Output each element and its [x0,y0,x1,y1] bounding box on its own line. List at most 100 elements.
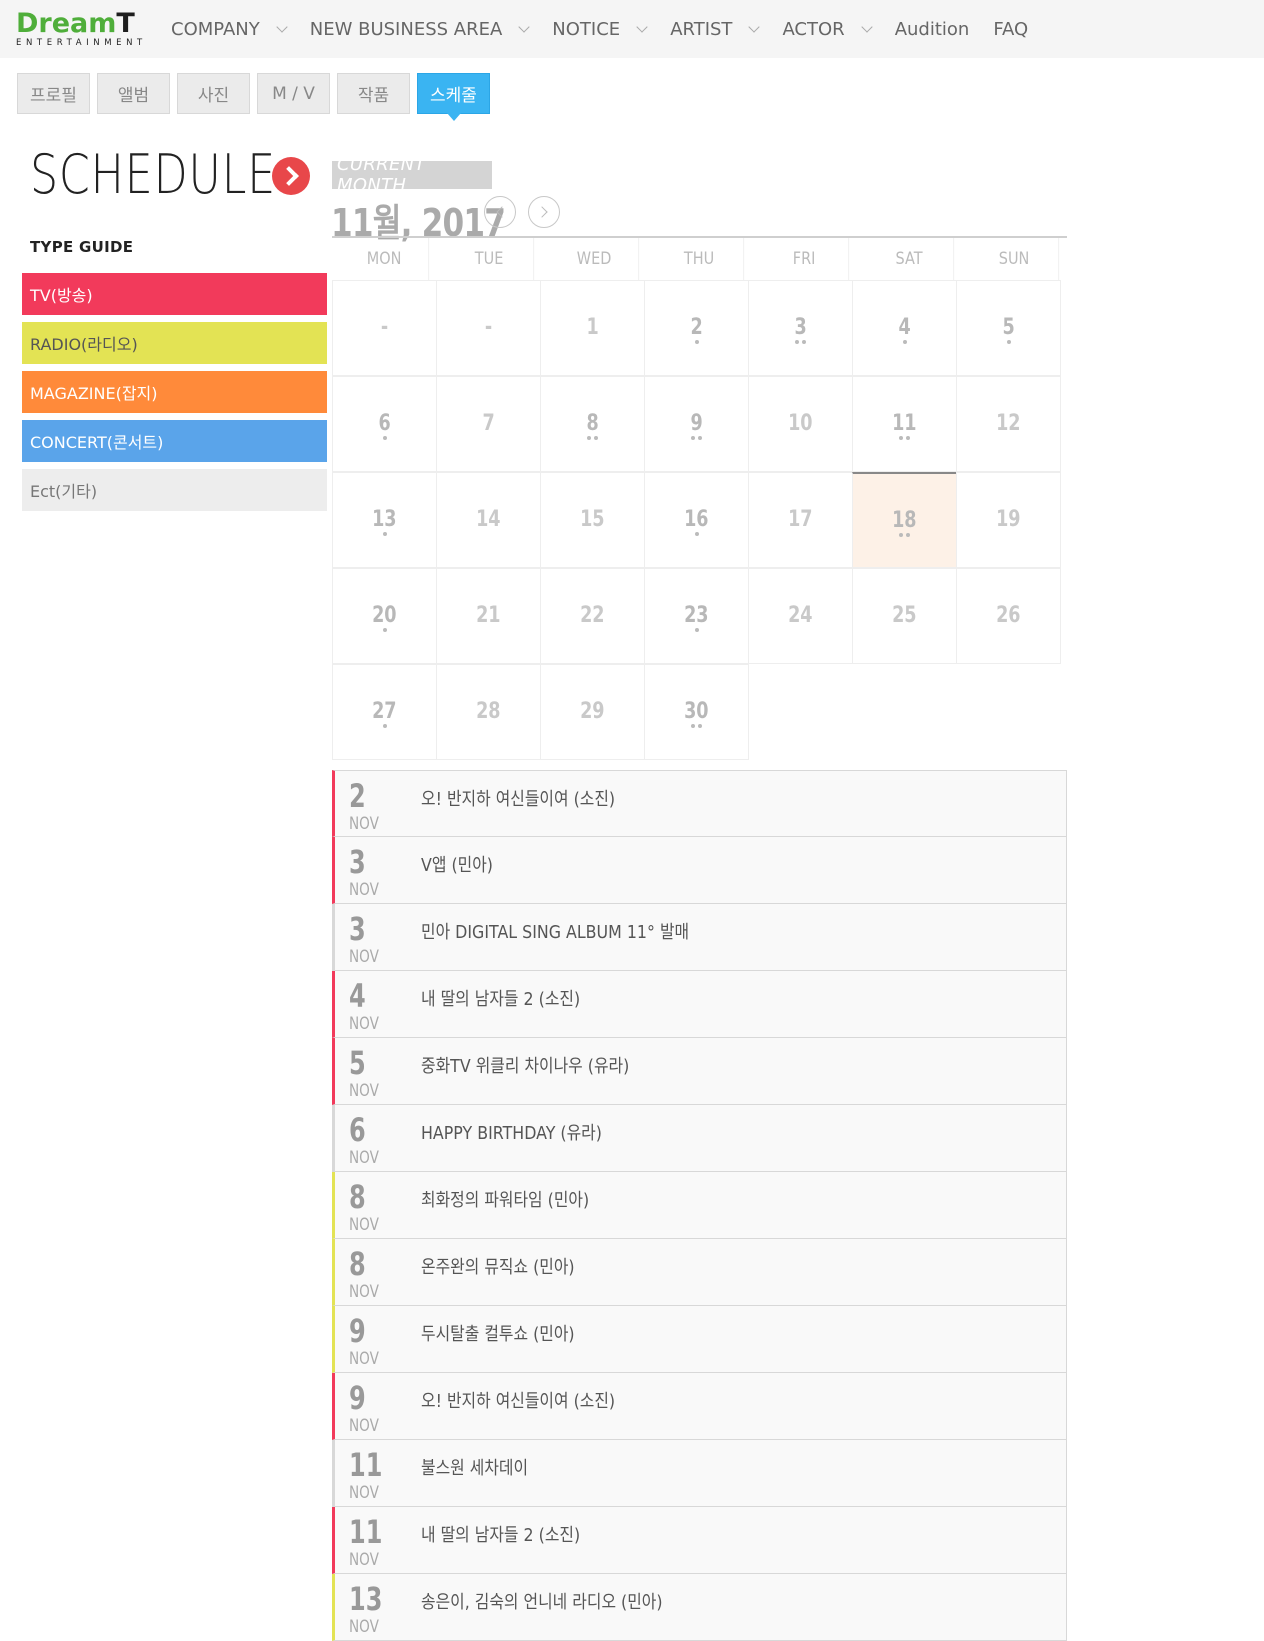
calendar-day[interactable]: 3 [748,280,853,376]
schedule-event-item[interactable]: 8 NOV 최화정의 파워타임 (민아) [332,1172,1067,1239]
calendar-day[interactable]: 10 [748,376,853,472]
weekday-tue: TUE [445,238,535,280]
calendar-day[interactable]: 2 [644,280,749,376]
schedule-go-button[interactable] [272,157,310,195]
event-dot-icon [694,628,699,632]
calendar-day-number: 23 [684,603,709,628]
calendar-day[interactable]: 26 [956,568,1061,664]
event-month: NOV [349,1483,379,1503]
calendar-day-number: 4 [898,315,911,340]
tab-5[interactable]: 스케줄 [417,73,490,121]
event-dot-icon [382,724,387,728]
event-title: 송은이, 김숙의 언니네 라디오 (민아) [421,1592,663,1613]
calendar-day[interactable]: 11 [852,376,957,472]
logo-word-t: T [116,8,135,39]
calendar-day[interactable]: 6 [332,376,437,472]
schedule-event-item[interactable]: 9 NOV 두시탈출 컬투쇼 (민아) [332,1306,1067,1373]
schedule-event-item[interactable]: 5 NOV 중화TV 위클리 차이나우 (유라) [332,1038,1067,1105]
nav-item-actor[interactable]: ACTOR [782,18,873,40]
schedule-event-list: 2 NOV 오! 반지하 여신들이여 (소진) 3 NOV V앱 (민아) 3 NOV 민아 D… [332,770,1067,1641]
tab-2[interactable]: 사진 [177,73,250,114]
calendar-day-number: 20 [372,603,397,628]
calendar-day[interactable]: 23 [644,568,749,664]
calendar-day[interactable]: 15 [540,472,645,568]
weekday-sat: SAT [865,238,955,280]
calendar-weekday-header: MON TUE WED THU FRI SAT SUN [332,238,1067,280]
calendar-day[interactable]: 28 [436,664,541,760]
event-title: V앱 (민아) [421,855,493,876]
calendar-day[interactable]: 14 [436,472,541,568]
chevron-down-icon [636,20,648,33]
calendar-day[interactable]: 29 [540,664,645,760]
calendar-day[interactable]: 27 [332,664,437,760]
calendar-week-row: 6 7 8 9 10 11 12 [332,376,1067,472]
tab-3[interactable]: M / V [257,73,330,114]
calendar-day[interactable]: 1 [540,280,645,376]
schedule-event-item[interactable]: 4 NOV 내 딸의 남자들 2 (소진) [332,971,1067,1038]
calendar-day[interactable]: 12 [956,376,1061,472]
tab-0[interactable]: 프로필 [17,73,90,114]
calendar-day[interactable]: 13 [332,472,437,568]
calendar-day[interactable]: 19 [956,472,1061,568]
tab-1[interactable]: 앨범 [97,73,170,114]
calendar-day[interactable]: 24 [748,568,853,664]
calendar-day-number: 29 [580,699,605,724]
schedule-event-item[interactable]: 11 NOV 내 딸의 남자들 2 (소진) [332,1507,1067,1574]
schedule-event-item[interactable]: 13 NOV 송은이, 김숙의 언니네 라디오 (민아) [332,1574,1067,1641]
nav-item-notice[interactable]: NOTICE [552,19,648,40]
calendar-day[interactable]: 20 [332,568,437,664]
calendar-day[interactable]: 17 [748,472,853,568]
schedule-heading: SCHEDULE [30,143,277,206]
nav-item-artist[interactable]: ARTIST [670,18,761,40]
calendar-day[interactable]: 5 [956,280,1061,376]
calendar-day-number: 2 [690,315,703,340]
logo-wordmark: DreamT [16,10,160,37]
calendar-day[interactable]: 8 [540,376,645,472]
event-month: NOV [349,1349,379,1369]
schedule-event-item[interactable]: 9 NOV 오! 반지하 여신들이여 (소진) [332,1373,1067,1440]
nav-item-label: FAQ [993,18,1029,40]
calendar-day-today[interactable]: 18 [852,472,957,568]
next-month-button[interactable] [528,196,560,228]
nav-item-company[interactable]: COMPANY [171,19,288,40]
event-dot-icon [382,436,387,440]
nav-item-label: ARTIST [670,18,733,40]
event-day: 9 [349,1379,366,1417]
nav-item-new-business-area[interactable]: NEW BUSINESS AREA [310,19,530,40]
nav-item-audition[interactable]: Audition [895,19,970,40]
event-day: 3 [349,910,366,948]
calendar-day[interactable]: 22 [540,568,645,664]
chevron-down-icon [276,20,288,33]
nav-item-label: ACTOR [782,18,845,40]
event-day: 11 [349,1513,383,1551]
event-dot-icon [802,340,806,344]
schedule-event-item[interactable]: 8 NOV 온주완의 뮤직쇼 (민아) [332,1239,1067,1306]
calendar-day[interactable]: 4 [852,280,957,376]
schedule-event-item[interactable]: 2 NOV 오! 반지하 여신들이여 (소진) [332,770,1067,837]
event-day: 9 [349,1312,366,1350]
calendar-empty-cell [748,664,853,760]
logo-word-dream: Dream [16,8,117,39]
prev-month-button[interactable] [484,196,516,228]
event-dot-icon [902,340,907,344]
schedule-event-item[interactable]: 6 NOV HAPPY BIRTHDAY (유라) [332,1105,1067,1172]
nav-item-faq[interactable]: FAQ [993,19,1028,40]
calendar-day[interactable]: 25 [852,568,957,664]
dream-t-logo[interactable]: DreamT ENTERTAINMENT [16,10,160,48]
tab-4[interactable]: 작품 [337,73,410,114]
calendar-day-number: 3 [794,315,807,340]
calendar-day[interactable]: 16 [644,472,749,568]
main-nav: COMPANY NEW BUSINESS AREA NOTICE ARTIST ACTO… [171,0,1052,58]
calendar-day-number: 16 [684,507,709,532]
calendar-day[interactable]: 30 [644,664,749,760]
schedule-event-item[interactable]: 3 NOV 민아 DIGITAL SING ALBUM 11° 발매 [332,904,1067,971]
calendar-day[interactable]: 7 [436,376,541,472]
calendar-day-number: 24 [788,603,813,628]
schedule-event-item[interactable]: 11 NOV 불스원 세차데이 [332,1440,1067,1507]
schedule-event-item[interactable]: 3 NOV V앱 (민아) [332,837,1067,904]
calendar-day-number: 7 [482,411,495,436]
calendar-week-row: 20 21 22 23 24 25 26 [332,568,1067,664]
calendar-day[interactable]: 21 [436,568,541,664]
current-month-button[interactable]: CURRENT MONTH [332,154,492,196]
calendar-day[interactable]: 9 [644,376,749,472]
